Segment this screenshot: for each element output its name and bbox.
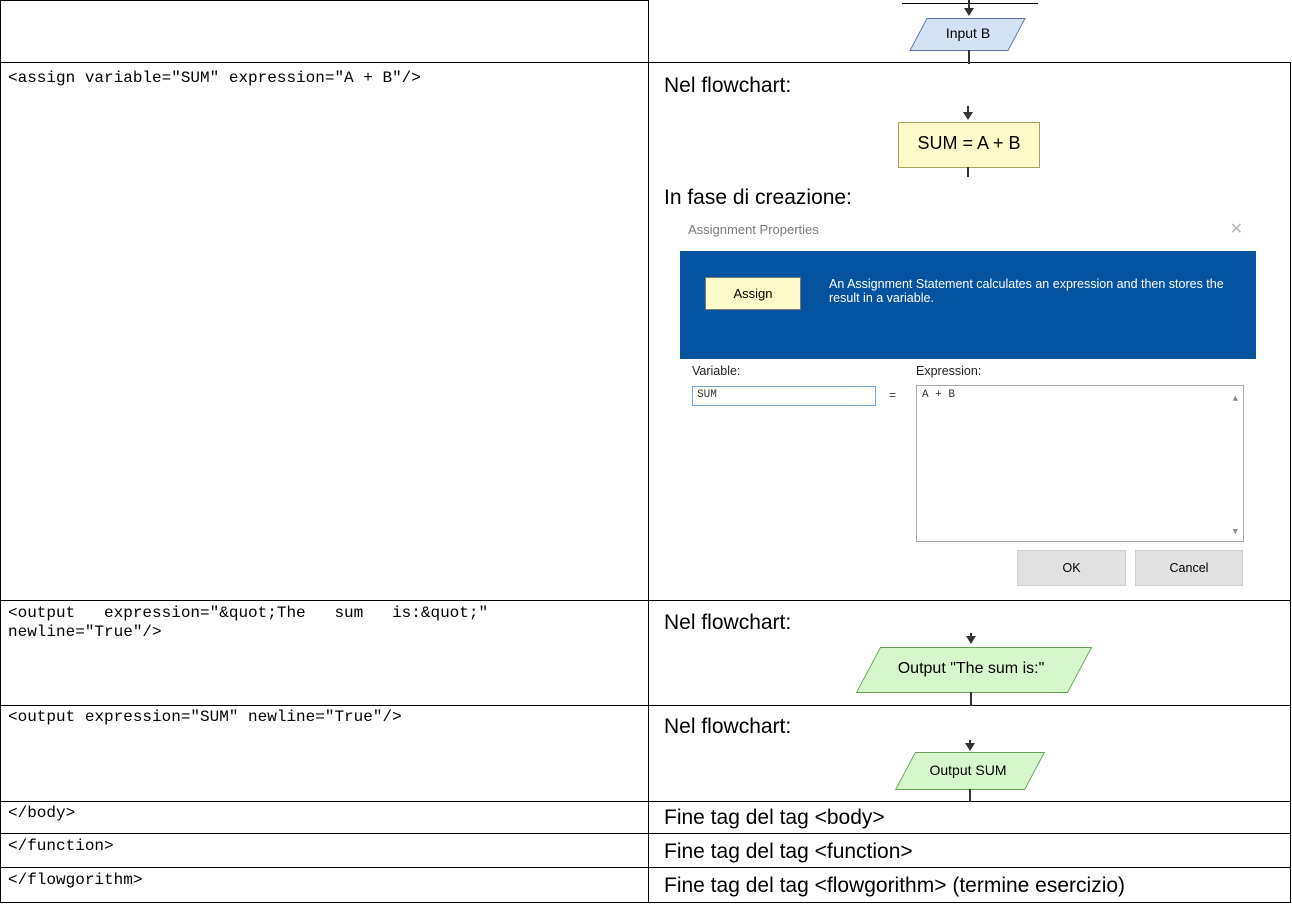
nel-flowchart-heading: Nel flowchart: [664,611,792,634]
arrow-down-icon [964,8,974,16]
table-rule [1290,62,1291,903]
ok-button[interactable]: OK [1017,550,1126,586]
output-code-line2: newline="True"/> [8,623,162,641]
end-body-code: </body> [8,804,76,822]
variable-label: Variable: [692,364,741,378]
arrow-down-icon [965,743,975,751]
assignment-properties-dialog: Assignment Properties ✕ Assign An Assign… [675,214,1261,596]
table-rule [1290,0,1291,62]
table-rule [0,62,1290,63]
table-rule [0,867,1290,868]
table-rule [0,600,1290,601]
end-flowgorithm-text: Fine tag del tag <flowgorithm> (termine … [664,874,1126,897]
table-rule [0,705,1290,706]
dialog-description: An Assignment Statement calculates an ex… [829,277,1224,305]
close-icon[interactable]: ✕ [1230,219,1243,239]
end-function-code: </function> [8,837,114,855]
scroll-up-icon[interactable]: ▲ [1233,394,1238,404]
input-b-label: Input B [945,25,991,41]
flow-connector [970,692,972,706]
scroll-down-icon[interactable]: ▼ [1233,527,1238,537]
assign-chip: Assign [705,277,801,310]
end-function-text: Fine tag del tag <function> [664,840,913,863]
nel-flowchart-heading: Nel flowchart: [664,74,792,97]
arrow-down-icon [966,636,976,644]
expression-value: A + B [922,389,956,401]
table-rule [0,833,1290,834]
assign-code: <assign variable="SUM" expression="A + B… [8,69,421,87]
end-flowgorithm-code: </flowgorithm> [8,871,143,889]
flow-connector [968,50,970,64]
output-code-line1: <output expression="&quot;The sum is:&qu… [8,604,489,622]
arrow-down-icon [963,112,973,120]
expression-label: Expression: [916,364,982,378]
dialog-title: Assignment Properties [688,222,819,237]
table-rule [0,902,1290,903]
flow-connector [969,789,971,802]
creation-heading: In fase di creazione: [664,186,852,209]
table-rule [648,0,649,903]
table-rule [0,0,1,903]
output-sum-is-label: Output "The sum is:" [897,660,1045,677]
variable-field[interactable]: SUM [692,386,876,406]
expression-field[interactable]: A + B ▲ ▼ [916,385,1244,542]
table-rule [0,0,648,1]
end-body-text: Fine tag del tag <body> [664,806,885,829]
table-rule [0,801,1290,802]
output-sum-code: <output expression="SUM" newline="True"/… [8,708,402,726]
assign-shape-label: SUM = A + B [917,133,1021,153]
table-rule [902,3,1038,4]
equals-sign: = [889,388,897,402]
cancel-button[interactable]: Cancel [1135,550,1243,586]
flow-connector [967,167,969,177]
nel-flowchart-heading: Nel flowchart: [664,715,792,738]
output-sum-label: Output SUM [929,762,1007,778]
